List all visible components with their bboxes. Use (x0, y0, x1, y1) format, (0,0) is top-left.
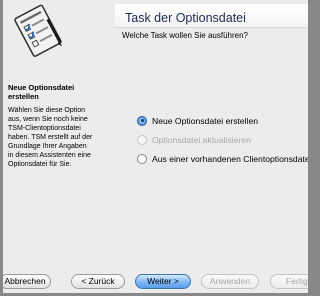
description-line: Grundlage Ihrer Angaben (8, 143, 87, 150)
radio-button-checked[interactable] (137, 115, 147, 126)
step-title: Neue Optionsdatei erstellen (8, 83, 100, 101)
next-button[interactable]: Weiter > (135, 274, 191, 289)
finish-button: Fertig (270, 274, 308, 289)
option-label: Optionsdatei aktualisieren (152, 134, 251, 145)
button-bar: Abbrechen < Zurück Weiter > Anwenden Fer… (3, 270, 308, 293)
description-line: aus, wenn Sie noch keine (8, 116, 88, 123)
option-new-file[interactable]: Neue Optionsdatei erstellen (137, 111, 308, 130)
description-line: in diesem Assistenten eine (8, 152, 91, 159)
back-button[interactable]: < Zurück (71, 274, 125, 289)
document-checklist-icon (14, 4, 63, 57)
page-question: Welche Task wollen Sie ausführen? (122, 31, 248, 40)
step-title-line: erstellen (8, 92, 39, 101)
radio-button-disabled (137, 134, 147, 145)
header-bar: Task der Optionsdatei (115, 4, 308, 28)
option-import-file[interactable]: Aus einer vorhandenen Clientoptionsdatei… (137, 149, 308, 168)
option-label: Neue Optionsdatei erstellen (152, 115, 259, 126)
description-line: TSM-Clientoptionsdatei (8, 125, 81, 132)
task-options: Neue Optionsdatei erstellen Optionsdatei… (137, 111, 308, 168)
wizard-window: Neue Optionsdatei erstellen Wählen Sie d… (3, 0, 308, 293)
wizard-sidebar: Neue Optionsdatei erstellen Wählen Sie d… (3, 0, 103, 270)
apply-button: Anwenden (201, 274, 259, 289)
page-title: Task der Optionsdatei (125, 11, 246, 25)
radio-button[interactable] (137, 153, 147, 164)
description-line: Optionsdatei für Sie. (8, 161, 72, 168)
option-update-file: Optionsdatei aktualisieren (137, 130, 308, 149)
cancel-button[interactable]: Abbrechen (3, 274, 51, 289)
description-line: Wählen Sie diese Option (8, 107, 86, 114)
step-title-line: Neue Optionsdatei (8, 83, 75, 92)
option-label: Aus einer vorhandenen Clientoptionsdatei… (152, 153, 308, 164)
wizard-content: Task der Optionsdatei Welche Task wollen… (107, 0, 308, 270)
step-description: Wählen Sie diese Option aus, wenn Sie no… (8, 106, 102, 169)
description-line: haben. TSM erstellt auf der (8, 134, 93, 141)
